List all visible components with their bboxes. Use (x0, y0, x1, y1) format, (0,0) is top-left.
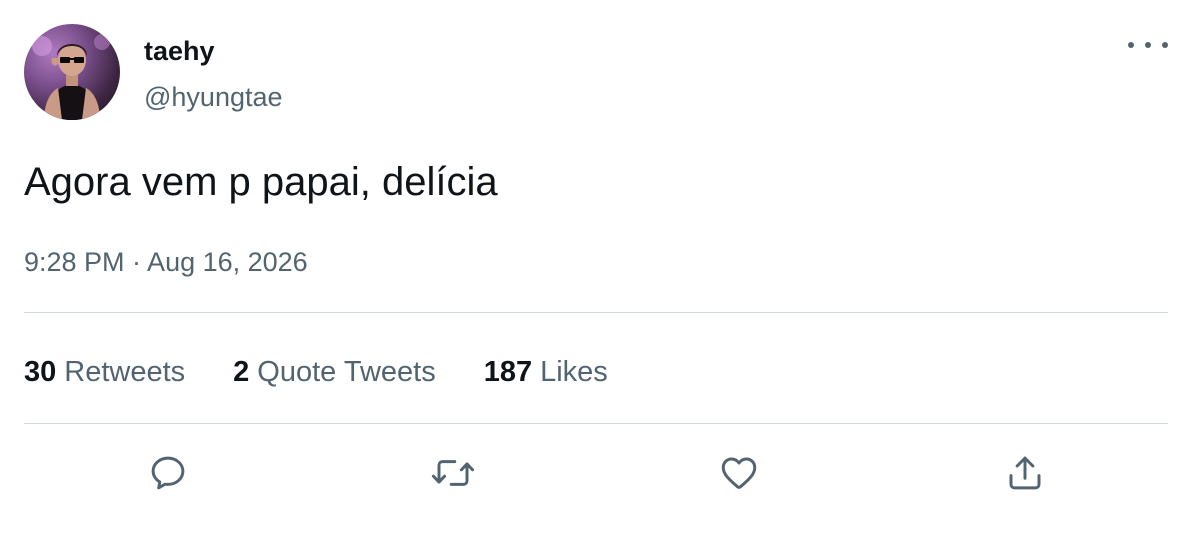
display-name[interactable]: taehy (144, 34, 215, 68)
quote-tweets-count: 2 (233, 356, 250, 388)
share-button[interactable] (1000, 448, 1050, 498)
likes-stat[interactable]: 187 Likes (484, 352, 608, 392)
retweet-icon (431, 460, 475, 486)
engagement-stats: 30 Retweets 2 Quote Tweets 187 Likes (24, 352, 608, 392)
retweet-button[interactable] (428, 448, 478, 498)
divider (24, 423, 1168, 424)
more-dot (1128, 42, 1134, 48)
tweet-text: Agora vem p papai, delícia (24, 160, 498, 204)
reply-button[interactable] (143, 448, 193, 498)
retweets-count: 30 (24, 356, 57, 388)
like-button[interactable] (714, 448, 764, 498)
heart-icon (721, 457, 757, 489)
user-handle[interactable]: @hyungtae (144, 80, 283, 114)
tweet-timestamp[interactable]: 9:28 PM · Aug 16, 2026 (24, 244, 308, 280)
more-dot (1162, 42, 1168, 48)
retweets-stat[interactable]: 30 Retweets (24, 352, 185, 392)
quote-tweets-label: Quote Tweets (257, 356, 436, 388)
retweets-label: Retweets (64, 356, 186, 388)
divider (24, 312, 1168, 313)
more-options-icon[interactable] (1128, 36, 1168, 54)
quote-tweets-stat[interactable]: 2 Quote Tweets (233, 352, 436, 392)
more-dot (1145, 42, 1151, 48)
likes-count: 187 (483, 356, 533, 388)
share-icon (1009, 456, 1041, 490)
reply-icon (151, 456, 185, 490)
likes-label: Likes (540, 356, 608, 388)
avatar[interactable] (24, 24, 120, 120)
profile-photo-icon (32, 34, 110, 120)
tweet-card: taehy @hyungtae Agora vem p papai, delíc… (0, 0, 1192, 544)
